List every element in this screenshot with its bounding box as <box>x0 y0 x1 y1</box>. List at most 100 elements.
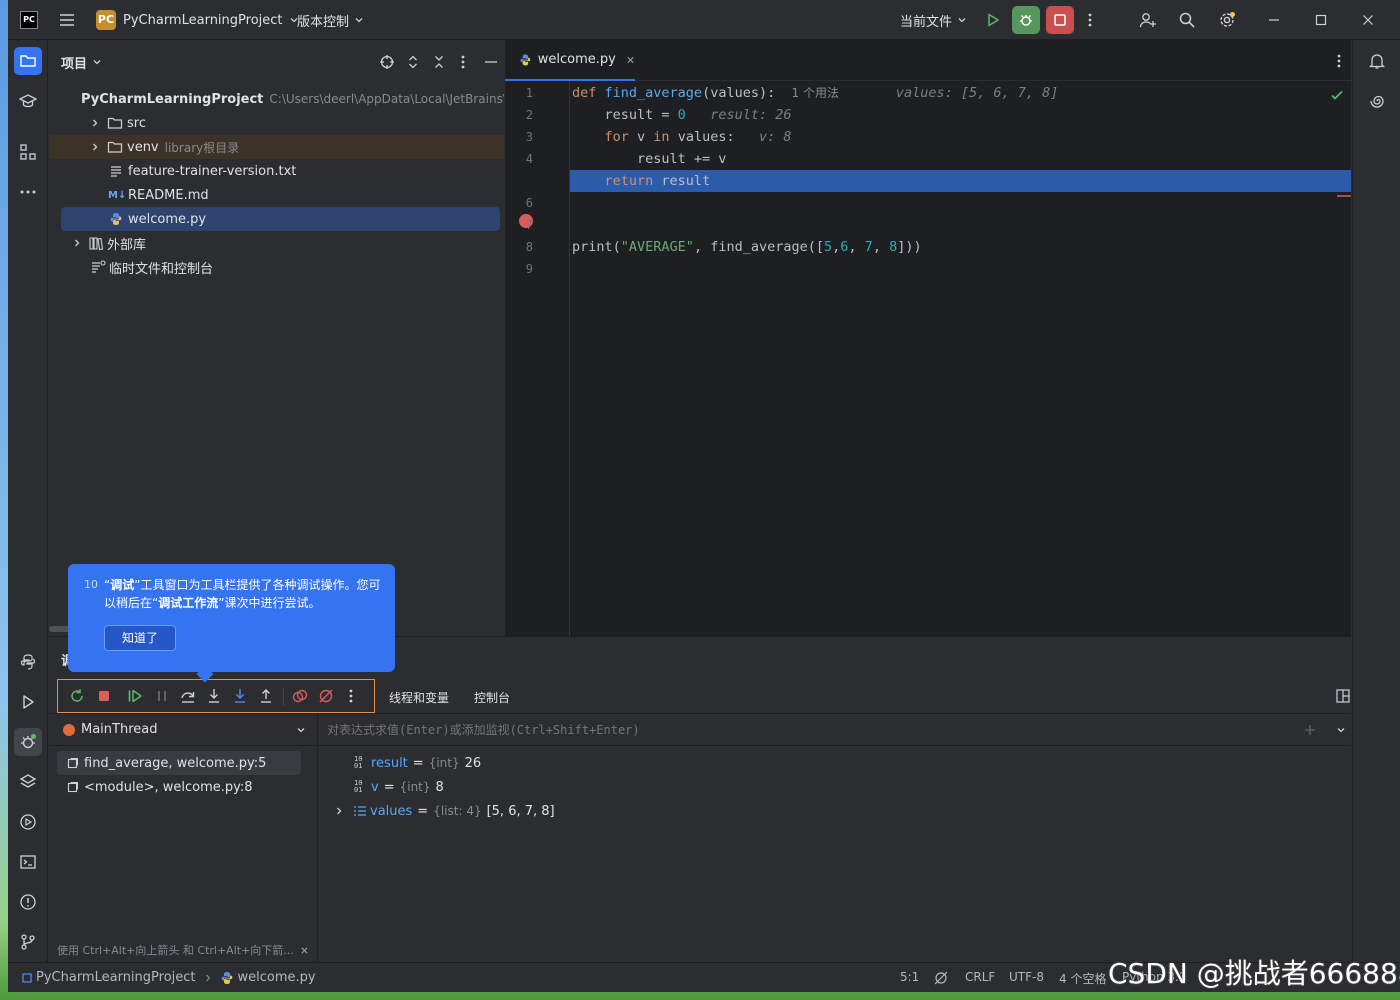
error-stripe-mark[interactable] <box>1337 195 1351 197</box>
hide-panel-icon[interactable] <box>484 54 498 70</box>
rerun-icon[interactable] <box>69 688 85 704</box>
tree-item-suffix: library根目录 <box>164 140 240 155</box>
notifications-button[interactable] <box>1363 47 1391 75</box>
layout-settings-icon[interactable] <box>1336 689 1350 703</box>
variable-type: {int} <box>399 780 431 794</box>
tab-threads-variables[interactable]: 线程和变量 <box>389 689 449 706</box>
more-vertical-icon[interactable] <box>1337 53 1341 69</box>
structure-tool-button[interactable] <box>14 138 42 166</box>
vcs-menu[interactable]: 版本控制 <box>297 9 365 31</box>
code-line-8[interactable]: print("AVERAGE", find_average([5,6, 7, 8… <box>572 236 922 258</box>
breadcrumb-file[interactable]: welcome.py <box>238 970 316 985</box>
toolbar-separator <box>283 688 284 706</box>
variable-row-v[interactable]: 10 01 v = {int} 8 <box>319 775 1319 799</box>
step-out-icon[interactable] <box>258 688 274 704</box>
pycharm-logo[interactable]: PC <box>20 11 38 29</box>
tab-console[interactable]: 控制台 <box>474 689 510 706</box>
more-vertical-icon[interactable] <box>461 54 465 70</box>
python-console-tool-button[interactable] <box>14 648 42 676</box>
readonly-toggle-icon[interactable] <box>933 970 949 986</box>
variable-row-result[interactable]: 10 01 result = {int} 26 <box>319 751 1319 775</box>
debug-rerun-button[interactable] <box>1012 6 1040 34</box>
got-it-button[interactable]: 知道了 <box>104 625 176 651</box>
run-config-selector[interactable]: 当前文件 <box>900 9 968 31</box>
indent-setting[interactable]: 4 个空格 <box>1059 970 1106 987</box>
thread-selector[interactable]: MainThread <box>49 714 318 746</box>
add-watch-icon[interactable] <box>1303 723 1317 737</box>
more-vertical-icon[interactable] <box>349 688 353 704</box>
code-with-me-button[interactable] <box>1134 6 1162 34</box>
variable-equals: = <box>412 755 424 771</box>
learn-tool-button[interactable] <box>14 87 42 115</box>
step-over-icon[interactable] <box>180 688 196 704</box>
expand-all-icon[interactable] <box>405 54 421 70</box>
project-tool-button[interactable] <box>14 47 42 75</box>
minimize-button[interactable] <box>1260 6 1288 34</box>
git-tool-button[interactable] <box>14 928 42 956</box>
code-line-3[interactable]: for v in values: v: 8 <box>572 126 792 148</box>
list-item[interactable]: <module>, welcome.py:8 <box>57 775 301 799</box>
list-item[interactable]: find_average, welcome.py:5 <box>57 751 301 775</box>
tree-item-welcome-py[interactable]: welcome.py <box>61 207 500 231</box>
project-panel-header[interactable]: 项目 <box>61 52 103 72</box>
line-separator[interactable]: CRLF <box>965 970 995 984</box>
step-into-my-code-icon[interactable] <box>232 688 248 704</box>
tree-item-venv[interactable]: venv library根目录 <box>49 135 504 159</box>
code-line-5[interactable]: return result <box>572 170 711 192</box>
editor-tab-welcome-py[interactable]: welcome.py <box>505 40 635 81</box>
more-actions-button[interactable] <box>1080 6 1100 34</box>
variable-name: v <box>371 779 379 795</box>
pause-icon[interactable] <box>154 688 170 704</box>
tree-item-project-root[interactable]: PyCharmLearningProject C:\Users\deerl\Ap… <box>49 87 504 111</box>
tree-item-readme[interactable]: M↓ README.md <box>49 183 504 207</box>
project-selector[interactable]: PC PyCharmLearningProject <box>96 9 300 31</box>
code-line-1[interactable]: def find_average(values): 1 个用法 values: … <box>572 82 1058 104</box>
python-file-icon <box>520 54 531 65</box>
view-breakpoints-icon[interactable] <box>292 688 308 704</box>
run-button[interactable] <box>979 6 1007 34</box>
inspection-ok-icon[interactable] <box>1330 88 1344 102</box>
search-button[interactable] <box>1173 6 1201 34</box>
run-services-tool-button[interactable] <box>14 808 42 836</box>
variable-value: 8 <box>435 779 444 795</box>
debug-tool-button[interactable] <box>14 728 42 756</box>
debug-bug-icon <box>1020 15 1032 26</box>
editor-tab-label: welcome.py <box>537 52 616 67</box>
code-line-4[interactable]: result += v <box>572 148 726 170</box>
more-tools-button[interactable] <box>14 178 42 206</box>
chevron-right-icon <box>205 974 210 981</box>
close-icon[interactable] <box>626 55 635 65</box>
locate-file-icon[interactable] <box>379 54 395 70</box>
caret-position[interactable]: 5:1 <box>900 970 919 984</box>
step-into-icon[interactable] <box>206 688 222 704</box>
ai-assistant-button[interactable] <box>1363 87 1391 115</box>
file-encoding[interactable]: UTF-8 <box>1009 970 1044 984</box>
chevron-right-icon[interactable] <box>333 805 345 817</box>
tree-item-feature-trainer[interactable]: feature-trainer-version.txt <box>49 159 504 183</box>
code-line-2[interactable]: result = 0 result: 26 <box>572 104 792 126</box>
services-tool-button[interactable] <box>14 768 42 796</box>
breadcrumb-project[interactable]: PyCharmLearningProject <box>36 970 196 985</box>
chevron-down-icon[interactable] <box>1335 724 1347 736</box>
tree-item-external-libs[interactable]: 外部库 <box>49 231 504 255</box>
evaluate-expression-input[interactable] <box>327 720 1283 740</box>
mute-breakpoints-icon[interactable] <box>318 688 334 704</box>
maximize-button[interactable] <box>1307 6 1335 34</box>
tree-item-src[interactable]: src <box>49 111 504 135</box>
editor-gutter[interactable]: 1 2 3 4 6 7 8 9 <box>505 81 570 636</box>
stop-button[interactable] <box>1046 6 1074 34</box>
run-tool-button[interactable] <box>14 688 42 716</box>
settings-button[interactable] <box>1213 6 1241 34</box>
main-menu-icon[interactable] <box>58 11 76 29</box>
resume-icon[interactable] <box>127 688 143 704</box>
close-window-button[interactable] <box>1354 6 1382 34</box>
tree-item-scratches[interactable]: 临时文件和控制台 <box>49 255 504 279</box>
usage-hint[interactable]: 1 个用法 <box>792 86 839 100</box>
terminal-tool-button[interactable] <box>14 848 42 876</box>
variable-row-values[interactable]: values = {list: 4} [5, 6, 7, 8] <box>319 799 1319 823</box>
problems-tool-button[interactable] <box>14 888 42 916</box>
collapse-all-icon[interactable] <box>431 54 447 70</box>
close-icon[interactable] <box>300 946 309 955</box>
editor-tab-bar: welcome.py <box>505 40 1351 81</box>
stop-icon[interactable] <box>96 688 112 704</box>
